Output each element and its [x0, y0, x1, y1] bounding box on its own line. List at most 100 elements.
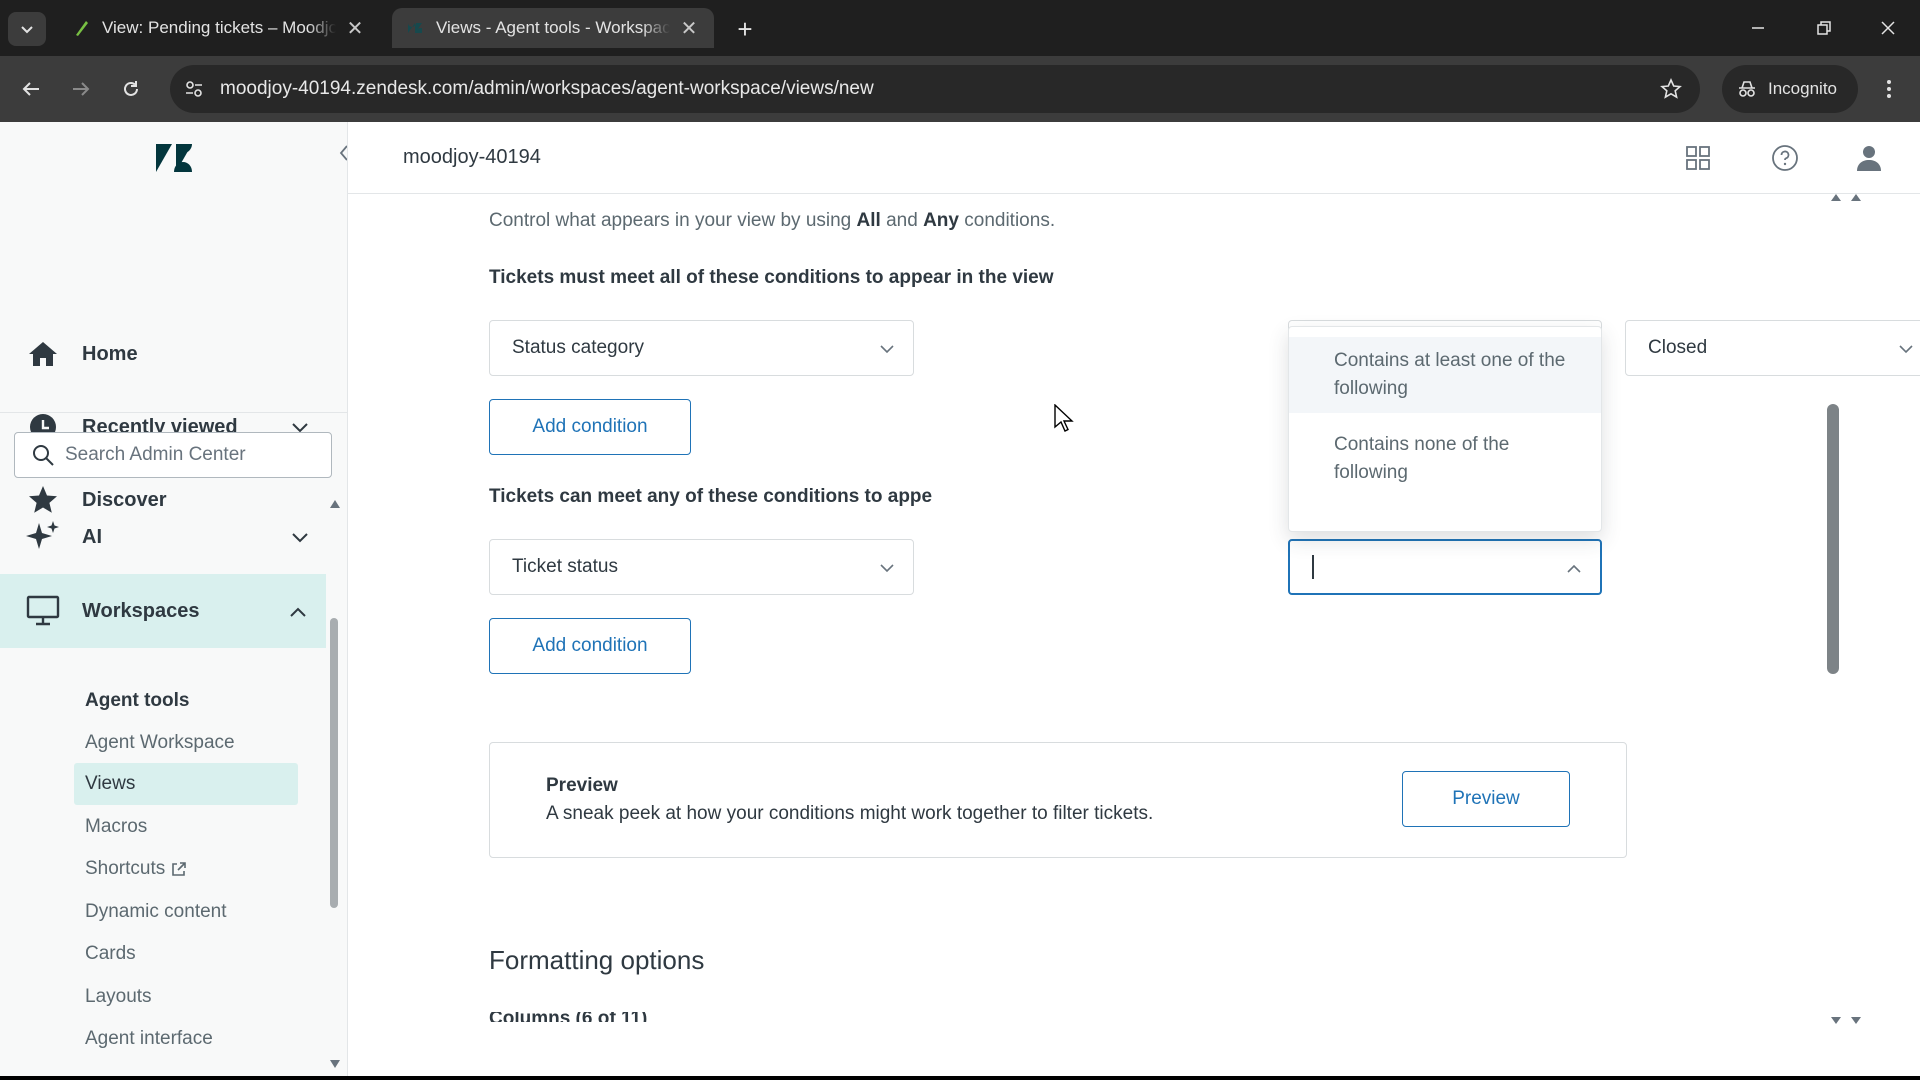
all-condition-value-select[interactable]: Closed [1625, 320, 1920, 376]
operator-dropdown-menu: Contains at least one of the following C… [1288, 326, 1602, 532]
desc-text: conditions. [958, 210, 1056, 231]
columns-label-text: Columns (6 of 11) [489, 1012, 647, 1022]
address-bar[interactable]: moodjoy-40194.zendesk.com/admin/workspac… [170, 65, 1700, 113]
any-condition-field-select[interactable]: Ticket status [489, 539, 914, 595]
minimize-button[interactable] [1738, 10, 1778, 46]
browser-tab-pending-tickets[interactable]: View: Pending tickets – Moodjoy ✕ [58, 8, 380, 48]
divider [0, 412, 347, 413]
select-value: Closed [1648, 337, 1708, 358]
nav-item-home[interactable]: Home [0, 321, 328, 387]
columns-label: Columns (6 of 11) [489, 1012, 647, 1022]
user-icon [1857, 146, 1881, 171]
content-scroll-down[interactable] [1828, 1012, 1868, 1024]
bookmark-star-icon[interactable] [1660, 78, 1682, 100]
browser-menu-button[interactable] [1870, 70, 1908, 108]
subnav-item-macros[interactable]: Macros [74, 806, 298, 848]
search-input[interactable] [65, 444, 315, 466]
tab-search-button[interactable] [8, 12, 46, 46]
triangle-up-icon [330, 500, 340, 508]
incognito-label: Incognito [1768, 79, 1837, 98]
url-text: moodjoy-40194.zendesk.com/admin/workspac… [220, 78, 874, 99]
minimize-icon [1752, 27, 1764, 29]
chevron-down-icon [21, 26, 33, 34]
account-name: moodjoy-40194 [403, 146, 541, 168]
admin-center-app: Home Recently viewed Discover AI Workspa… [0, 122, 1920, 1080]
subnav-item-cards[interactable]: Cards [74, 933, 298, 975]
sparkle-icon [22, 519, 64, 555]
nav-label: Workspaces [82, 599, 200, 622]
select-value: Ticket status [512, 556, 618, 577]
any-condition-operator-select[interactable] [1288, 539, 1602, 595]
add-all-condition-button[interactable]: Add condition [489, 399, 691, 455]
all-condition-field-select[interactable]: Status category [489, 320, 914, 376]
sidebar-scroll-down[interactable] [329, 1056, 341, 1068]
nav-item-workspaces[interactable]: Workspaces [0, 574, 326, 648]
subnav-item-agent-interface[interactable]: Agent interface [74, 1018, 298, 1060]
subnav-item-views[interactable]: Views [74, 763, 298, 805]
screen-bottom-edge [0, 1076, 1920, 1080]
sidebar: Home Recently viewed Discover AI Workspa… [0, 122, 348, 1080]
home-icon [22, 340, 64, 368]
subnav-label: Shortcuts [85, 858, 166, 879]
browser-toolbar: moodjoy-40194.zendesk.com/admin/workspac… [0, 56, 1920, 122]
restore-button[interactable] [1804, 10, 1844, 46]
close-icon [1881, 21, 1895, 35]
browser-tab-bar: View: Pending tickets – Moodjoy ✕ Views … [0, 0, 1920, 56]
content-scrollbar[interactable] [1827, 404, 1839, 674]
preview-button[interactable]: Preview [1402, 771, 1570, 827]
reload-button[interactable] [112, 70, 150, 108]
close-icon[interactable]: ✕ [344, 16, 366, 41]
text-cursor [1312, 555, 1314, 579]
subnav-item-agent-workspace[interactable]: Agent Workspace [74, 722, 298, 764]
sidebar-scrollbar[interactable] [330, 618, 338, 908]
restore-icon [1817, 21, 1831, 35]
close-window-button[interactable] [1868, 10, 1908, 46]
dropdown-option-contains-none[interactable]: Contains none of the following [1289, 421, 1601, 497]
triangle-up-icon [1831, 194, 1861, 201]
desc-any: Any [923, 210, 959, 231]
nav-label: Home [82, 342, 138, 365]
dropdown-option-contains-at-least-one[interactable]: Contains at least one of the following [1289, 337, 1601, 413]
close-icon[interactable]: ✕ [678, 16, 700, 41]
chevron-up-icon [1567, 564, 1581, 573]
any-conditions-heading: Tickets can meet any of these conditions… [489, 486, 933, 507]
user-menu-button[interactable] [1856, 144, 1884, 172]
subnav-item-layouts[interactable]: Layouts [74, 976, 298, 1018]
section-title-fragment [489, 194, 609, 198]
chevron-up-icon [290, 600, 306, 623]
admin-search[interactable] [14, 432, 332, 478]
arrow-left-icon [22, 82, 39, 96]
desc-text: and [880, 210, 924, 231]
desc-all: All [856, 210, 881, 231]
content-scroll-up[interactable] [1828, 194, 1868, 202]
add-any-condition-button[interactable]: Add condition [489, 618, 691, 674]
preview-panel: Preview A sneak peek at how your conditi… [489, 742, 1627, 858]
incognito-badge[interactable]: Incognito [1722, 65, 1858, 113]
reload-icon [124, 81, 138, 96]
subnav-item-dynamic-content[interactable]: Dynamic content [74, 891, 298, 933]
nav-label: AI [82, 525, 102, 548]
zendesk-logo-icon[interactable] [154, 142, 194, 174]
desc-text: Control what appears in your view by usi… [489, 210, 857, 231]
browser-tab-views[interactable]: Views - Agent tools - Workspaces ✕ [392, 8, 714, 48]
help-button[interactable] [1771, 144, 1799, 172]
collapse-sidebar-button[interactable] [338, 144, 347, 168]
chevron-left-icon [339, 145, 347, 161]
mouse-cursor-icon [1054, 404, 1074, 432]
sidebar-scroll-up[interactable] [329, 496, 341, 508]
all-conditions-heading: Tickets must meet all of these condition… [489, 267, 1054, 288]
chevron-down-icon [880, 564, 894, 573]
view-editor: Control what appears in your view by usi… [348, 194, 1920, 1080]
select-value: Status category [512, 337, 645, 358]
nav-item-ai[interactable]: AI [0, 504, 328, 570]
subnav-item-shortcuts[interactable]: Shortcuts [74, 848, 298, 890]
back-button[interactable] [12, 70, 50, 108]
arrow-right-icon [73, 82, 90, 96]
chevron-down-icon [292, 526, 308, 549]
chevron-down-icon [880, 345, 894, 354]
external-link-icon [172, 862, 187, 876]
forward-button[interactable] [62, 70, 100, 108]
product-tray-button[interactable] [1686, 146, 1712, 172]
new-tab-button[interactable]: + [728, 12, 762, 46]
top-header: moodjoy-40194 [348, 122, 1920, 194]
